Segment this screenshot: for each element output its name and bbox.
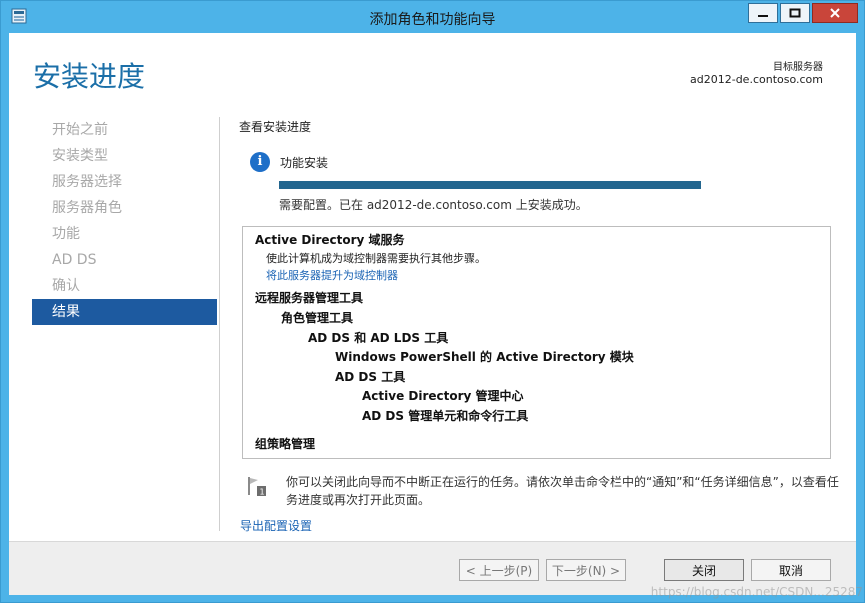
nav-item-results[interactable]: 结果: [32, 299, 217, 325]
nav-item-confirmation[interactable]: 确认: [32, 273, 217, 299]
close-button[interactable]: 关闭: [664, 559, 744, 581]
svg-text:1: 1: [260, 488, 265, 497]
watermark: https://blog.csdn.net/CSDN...25287: [650, 585, 863, 599]
nav-item-ad-ds[interactable]: AD DS: [32, 247, 217, 273]
result-adds-snapins: AD DS 管理单元和命令行工具: [362, 409, 529, 423]
window-title: 添加角色和功能向导: [369, 12, 496, 28]
result-adds-description: 使此计算机成为域控制器需要执行其他步骤。: [266, 252, 486, 265]
result-group-policy: 组策略管理: [255, 437, 316, 451]
promote-to-dc-link[interactable]: 将此服务器提升为域控制器: [266, 267, 398, 283]
wizard-body: 安装进度 目标服务器 ad2012-de.contoso.com 开始之前 安装…: [9, 33, 856, 595]
nav-item-features[interactable]: 功能: [32, 221, 217, 247]
result-powershell-module: Windows PowerShell 的 Active Directory 模块: [335, 350, 634, 364]
nav-divider: [219, 117, 220, 531]
close-window-button[interactable]: [812, 3, 858, 23]
result-rsat: 远程服务器管理工具: [255, 291, 364, 305]
destination-server-name: ad2012-de.contoso.com: [690, 73, 823, 86]
minimize-icon: [758, 15, 768, 17]
next-button[interactable]: 下一步(N) >: [546, 559, 626, 581]
close-icon: [830, 8, 840, 18]
results-panel[interactable]: Active Directory 域服务 使此计算机成为域控制器需要执行其他步骤…: [242, 226, 831, 459]
page-title: 安装进度: [33, 60, 146, 93]
section-title: 查看安装进度: [239, 120, 312, 134]
nav-item-before-you-begin[interactable]: 开始之前: [32, 117, 217, 143]
maximize-button[interactable]: [780, 3, 810, 23]
wizard-steps-nav: 开始之前 安装类型 服务器选择 服务器角色 功能 AD DS 确认 结果: [32, 117, 217, 325]
flag-icon: 1: [248, 477, 266, 497]
result-adds-tools: AD DS 工具: [335, 370, 406, 384]
nav-item-installation-type[interactable]: 安装类型: [32, 143, 217, 169]
export-configuration-link[interactable]: 导出配置设置: [240, 517, 312, 534]
feature-installation-label: 功能安装: [280, 156, 329, 170]
nav-item-server-roles[interactable]: 服务器角色: [32, 195, 217, 221]
progress-fill: [279, 181, 701, 189]
nav-item-server-selection[interactable]: 服务器选择: [32, 169, 217, 195]
result-adds-title: Active Directory 域服务: [255, 233, 405, 247]
installation-status-text: 需要配置。已在 ad2012-de.contoso.com 上安装成功。: [279, 198, 588, 212]
tip-text: 你可以关闭此向导而不中断正在运行的任务。请依次单击命令栏中的“通知”和“任务详细…: [286, 475, 839, 507]
minimize-button[interactable]: [748, 3, 778, 23]
previous-button[interactable]: < 上一步(P): [459, 559, 539, 581]
wizard-window: 添加角色和功能向导 安装进度 目标服务器 ad2012-de.contoso.c…: [0, 0, 865, 603]
result-adds-lds-tools: AD DS 和 AD LDS 工具: [308, 331, 449, 345]
result-ad-admin-center: Active Directory 管理中心: [362, 389, 524, 403]
cancel-button[interactable]: 取消: [751, 559, 831, 581]
maximize-icon: [789, 8, 801, 18]
title-bar[interactable]: 添加角色和功能向导: [1, 1, 864, 33]
info-icon: i: [250, 152, 270, 172]
installation-progress-bar: [279, 181, 701, 189]
destination-server-label: 目标服务器: [773, 62, 823, 73]
result-role-tools: 角色管理工具: [281, 311, 354, 325]
